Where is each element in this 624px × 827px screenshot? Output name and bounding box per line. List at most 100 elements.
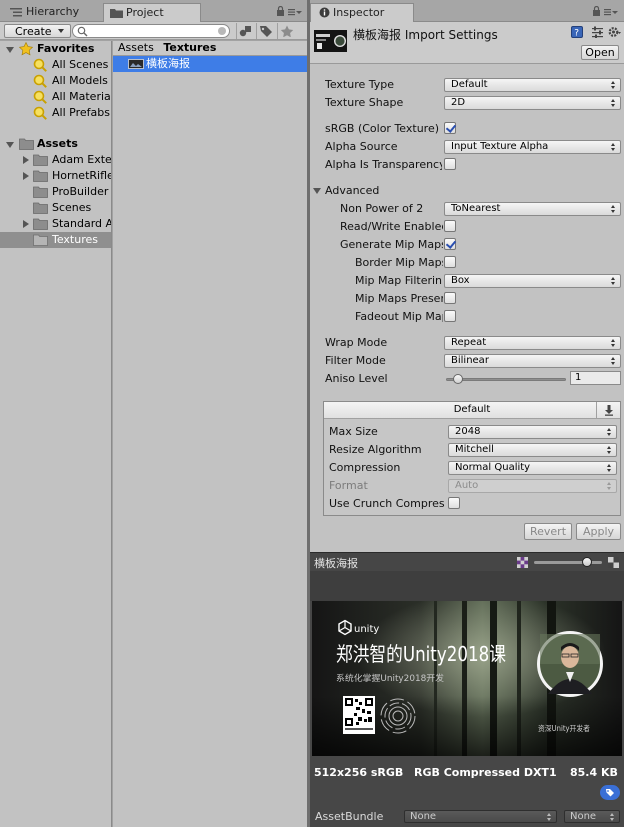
border-mip-checkbox[interactable] [444, 256, 456, 268]
breadcrumb-textures[interactable]: Textures [163, 41, 216, 54]
alpha-source-label: Alpha Source [325, 140, 398, 153]
download-icon[interactable] [596, 402, 620, 418]
tree-item-all-materials[interactable]: All Materials [0, 89, 111, 105]
compression-dropdown[interactable]: Normal Quality [448, 461, 617, 475]
fadeout-mip-label: Fadeout Mip Maps [355, 310, 443, 323]
apply-button[interactable]: Apply [576, 523, 621, 540]
advanced-foldout-icon[interactable] [313, 188, 321, 194]
aniso-level-field[interactable]: 1 [570, 371, 621, 385]
texture-type-dropdown[interactable]: Default [444, 78, 621, 92]
tab-project[interactable]: Project [103, 3, 201, 22]
banner-headline: 郑洪智的Unity2018课 [336, 642, 506, 666]
assetbundle-variant-dropdown[interactable]: None [564, 810, 620, 823]
tree-item-hornetrifle[interactable]: HornetRifle [0, 168, 111, 184]
search-filter-icon [33, 58, 47, 72]
mip-preserve-checkbox[interactable] [444, 292, 456, 304]
foldout-expanded-icon[interactable] [6, 142, 14, 148]
folder-icon [33, 217, 48, 230]
tree-item-all-prefabs[interactable]: All Prefabs [0, 105, 111, 121]
alpha-transparency-checkbox[interactable] [444, 158, 456, 170]
max-size-dropdown[interactable]: 2048 [448, 425, 617, 439]
lock-icon[interactable] [592, 6, 601, 16]
alpha-transparency-label: Alpha Is Transparency [325, 158, 442, 171]
open-button[interactable]: Open [581, 45, 619, 60]
preset-sliders-icon[interactable] [591, 26, 604, 38]
tree-item-scenes[interactable]: Scenes [0, 200, 111, 216]
gear-icon[interactable] [608, 26, 621, 38]
search-input[interactable] [72, 24, 230, 38]
search-by-label-button[interactable] [256, 23, 275, 39]
left-tab-strip: Hierarchy Project [0, 0, 307, 22]
foldout-expanded-icon[interactable] [6, 47, 14, 53]
tree-item-all-scenes[interactable]: All Scenes [0, 57, 111, 73]
mip-filtering-value: Box [451, 275, 470, 286]
asset-row-selected[interactable]: 横板海报 [113, 56, 307, 72]
wrap-mode-label: Wrap Mode [325, 336, 388, 349]
tree-item-standard-assets[interactable]: Standard Assets [0, 216, 111, 232]
tree-item-label: Assets [37, 137, 78, 150]
tab-menu-icon[interactable] [604, 6, 618, 16]
breadcrumb-assets[interactable]: Assets [118, 41, 154, 54]
dropdown-arrows-icon [607, 482, 612, 491]
advanced-section-label[interactable]: Advanced [325, 184, 425, 197]
tree-item-textures[interactable]: Textures [0, 232, 111, 248]
tab-menu-icon[interactable] [288, 6, 302, 16]
lock-icon[interactable] [276, 6, 285, 16]
tree-item-label: All Materials [52, 90, 111, 103]
favorite-search-button[interactable] [277, 23, 296, 39]
texture-preview-image: unity 郑洪智的Unity2018课 系统化掌握Unity2018开发 资深… [312, 601, 622, 756]
alpha-source-dropdown[interactable]: Input Texture Alpha [444, 140, 621, 154]
search-by-type-button[interactable] [236, 23, 255, 39]
checker-alpha-icon[interactable] [517, 557, 528, 568]
texture-icon [128, 59, 144, 69]
wrap-mode-dropdown[interactable]: Repeat [444, 336, 621, 350]
foldout-collapsed-icon[interactable] [23, 172, 29, 180]
fadeout-mip-checkbox[interactable] [444, 310, 456, 322]
right-tab-strip: Inspector [310, 0, 624, 22]
tree-item-adam-exterior[interactable]: Adam Exterior [0, 152, 111, 168]
create-button[interactable]: Create [4, 24, 71, 38]
aniso-level-slider[interactable] [446, 378, 566, 381]
tab-hierarchy-label: Hierarchy [26, 5, 80, 18]
foldout-collapsed-icon[interactable] [23, 220, 29, 228]
read-write-checkbox[interactable] [444, 220, 456, 232]
filter-mode-dropdown[interactable]: Bilinear [444, 354, 621, 368]
help-book-icon[interactable]: ? [571, 26, 583, 38]
texture-size: 85.4 KB [570, 766, 618, 779]
tree-item-assets[interactable]: Assets [0, 136, 111, 152]
checker-mip-icon[interactable] [608, 557, 619, 568]
dropdown-arrows-icon [607, 446, 612, 455]
inspector-title-suffix: Import Settings [404, 28, 498, 42]
revert-button[interactable]: Revert [524, 523, 572, 540]
mip-level-slider[interactable] [534, 561, 602, 564]
border-mip-label: Border Mip Maps [355, 256, 443, 269]
texture-shape-dropdown[interactable]: 2D [444, 96, 621, 110]
star-icon [280, 25, 294, 37]
mip-filtering-dropdown[interactable]: Box [444, 274, 621, 288]
tree-item-label: ProBuilder [52, 185, 109, 198]
search-cancel-icon[interactable] [218, 27, 226, 35]
tree-item-favorites[interactable]: Favorites [0, 41, 111, 57]
srgb-label: sRGB (Color Texture) [325, 122, 440, 135]
non-power-of-2-value: ToNearest [451, 203, 501, 214]
non-power-of-2-dropdown[interactable]: ToNearest [444, 202, 621, 216]
aniso-level-slider-handle[interactable] [452, 374, 463, 384]
assetbundle-name-dropdown[interactable]: None [404, 810, 557, 823]
label-tag-icon[interactable] [600, 785, 620, 800]
srgb-checkbox[interactable] [444, 122, 456, 134]
crunch-checkbox[interactable] [448, 497, 460, 509]
breadcrumb: Assets Textures [113, 41, 307, 56]
tab-inspector[interactable]: Inspector [310, 3, 414, 22]
foldout-collapsed-icon[interactable] [23, 156, 29, 164]
tree-item-probuilder[interactable]: ProBuilder [0, 184, 111, 200]
preview-header[interactable]: 横板海报 [310, 552, 624, 571]
dropdown-arrows-icon [611, 205, 616, 214]
dropdown-arrows-icon [547, 813, 552, 822]
platform-tab-default[interactable]: Default [324, 402, 620, 419]
tab-hierarchy[interactable]: Hierarchy [4, 3, 102, 22]
generate-mip-checkbox[interactable] [444, 238, 456, 250]
tree-item-all-models[interactable]: All Models [0, 73, 111, 89]
dropdown-arrows-icon [610, 813, 615, 822]
resize-algorithm-dropdown[interactable]: Mitchell [448, 443, 617, 457]
mip-level-slider-handle[interactable] [581, 557, 592, 567]
